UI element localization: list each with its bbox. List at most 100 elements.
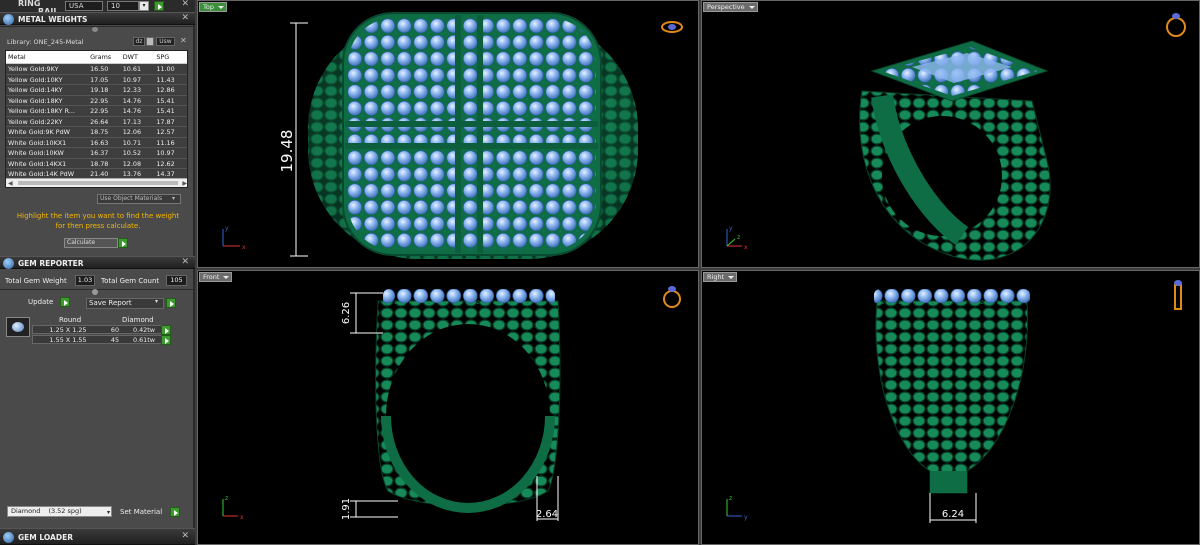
table-cell: Yellow Gold:22KY <box>8 117 63 126</box>
material-name: Diamond <box>11 507 41 515</box>
viewport-top[interactable]: Top 19.48 x y <box>197 0 699 268</box>
viewport-perspective[interactable]: Perspective x y z <box>701 0 1200 268</box>
gem-weight: 0.42tw <box>133 326 155 334</box>
gem-row[interactable]: 1.55 X 1.55 45 0.61tw <box>32 335 162 344</box>
splitter-handle[interactable] <box>92 289 98 295</box>
gem-row[interactable]: 1.25 X 1.25 60 0.42tw <box>32 325 162 334</box>
table-row[interactable]: White Gold:9K PdW 18.75 12.06 12.57 <box>6 127 187 138</box>
save-report-go-button[interactable] <box>166 298 176 308</box>
table-cell: 17.05 <box>90 75 109 84</box>
ring-nav-icon[interactable] <box>1174 280 1182 310</box>
chevron-down-icon[interactable]: ▾ <box>107 508 110 517</box>
gem-row-go-button[interactable] <box>161 335 171 345</box>
save-report-select[interactable]: Save Report <box>86 298 164 309</box>
table-cell: 12.08 <box>122 159 142 168</box>
axis-label-z: z <box>225 495 228 502</box>
table-cell: 17.13 <box>122 117 142 126</box>
table-row[interactable]: White Gold:10KX1 16.63 10.71 11.16 <box>6 137 187 148</box>
close-icon[interactable]: ✕ <box>181 531 189 541</box>
close-icon[interactable]: ✕ <box>181 257 189 267</box>
set-material-go-button[interactable] <box>170 507 180 517</box>
unit-usw-toggle[interactable]: Usw <box>156 37 175 46</box>
table-cell: White Gold:9K PdW <box>8 128 70 136</box>
material-select[interactable]: Diamond (3.52 spg) ▾ <box>7 506 112 517</box>
scroll-left-icon[interactable]: ◀ <box>8 180 13 187</box>
table-row[interactable]: Yellow Gold:9KY 16.50 10.61 11.00 <box>6 64 187 75</box>
table-cell: 18.78 <box>90 159 109 168</box>
table-row[interactable]: Yellow Gold:10KY 17.05 10.97 11.43 <box>6 74 187 85</box>
unit-dz-toggle[interactable]: dz <box>133 37 145 46</box>
gem-count: 60 <box>110 326 120 334</box>
gem-weight: 0.61tw <box>133 336 155 344</box>
axis-label-y: y <box>729 225 733 232</box>
table-cell: White Gold:14KX1 <box>8 159 67 168</box>
viewport-front[interactable]: Front 6.26 1.91 2.64 x z <box>197 270 699 545</box>
splitter-handle[interactable] <box>92 27 98 32</box>
ring-right-view: 6.24 y z <box>726 280 1182 523</box>
table-row[interactable]: Yellow Gold:22KY 26.64 17.13 17.87 <box>6 116 187 127</box>
ring-nav-icon[interactable] <box>663 286 681 308</box>
use-object-materials-select[interactable]: Use Object Materials <box>97 194 181 204</box>
table-row[interactable]: White Gold:14KX1 18.78 12.08 12.62 <box>6 158 187 169</box>
calculate-go-button[interactable] <box>118 238 128 248</box>
table-row[interactable]: Yellow Gold:14KY 19.18 12.33 12.86 <box>6 85 187 96</box>
table-cell: 26.64 <box>90 117 109 126</box>
scrollbar-thumb[interactable] <box>18 181 178 185</box>
size-select[interactable]: 10 <box>107 1 139 11</box>
ring-nav-icon[interactable] <box>1166 13 1186 37</box>
column-header[interactable]: DWT <box>121 51 155 63</box>
metal-weights-header[interactable]: METAL WEIGHTS ✕ <box>0 12 195 25</box>
column-header[interactable]: SPG <box>154 51 187 63</box>
country-field[interactable]: USA <box>65 1 103 11</box>
total-gem-count-label: Total Gem Count <box>101 277 160 285</box>
horizontal-scrollbar[interactable]: ◀ ▶ <box>6 178 187 187</box>
column-header[interactable]: Metal <box>6 51 88 63</box>
gem-loader-title: GEM LOADER <box>18 533 73 542</box>
size-apply-button[interactable] <box>154 1 164 11</box>
gem-reporter-header[interactable]: GEM REPORTER ✕ <box>0 256 195 269</box>
chevron-down-icon[interactable]: ▾ <box>155 298 158 305</box>
ring-body <box>875 300 1029 494</box>
scroll-right-icon[interactable]: ▶ <box>182 180 187 187</box>
update-go-button[interactable] <box>60 297 70 307</box>
library-label: Library: ONE_245-Metal <box>7 38 84 46</box>
close-icon[interactable]: ✕ <box>181 13 189 23</box>
table-cell: Yellow Gold:18KY <box>8 96 63 105</box>
metal-weights-title: METAL WEIGHTS <box>18 15 88 24</box>
dimension-label-bottom: 1.91 <box>341 498 352 520</box>
table-cell: Yellow Gold:9KY <box>8 65 59 73</box>
table-row[interactable]: Yellow Gold:18KY 22.95 14.76 15.41 <box>6 95 187 106</box>
close-icon[interactable]: ✕ <box>180 36 187 45</box>
dimension-label-width: 2.64 <box>536 509 558 520</box>
gem-row-go-button[interactable] <box>161 325 171 335</box>
dimension-label: 19.48 <box>278 130 296 173</box>
table-cell: 14.76 <box>122 96 142 105</box>
axis-label-x: x <box>744 244 748 251</box>
table-cell: 16.37 <box>90 149 109 157</box>
table-cell: 10.52 <box>122 149 142 157</box>
hint-line-2: for then press calculate. <box>55 222 141 230</box>
table-cell: 15.41 <box>156 107 175 115</box>
table-row[interactable]: White Gold:10KW 16.37 10.52 10.97 <box>6 148 187 159</box>
ring-nav-icon[interactable] <box>661 21 683 33</box>
update-button[interactable]: Update <box>28 298 53 306</box>
column-header[interactable]: Grams <box>88 51 121 63</box>
chevron-down-icon[interactable]: ▾ <box>172 195 175 202</box>
z-axis-line <box>726 238 736 247</box>
table-cell: Yellow Gold:18KY R... <box>8 107 75 115</box>
table-cell: 22.95 <box>90 107 109 115</box>
table-cell: White Gold:10KX1 <box>8 138 67 147</box>
set-material-button[interactable]: Set Material <box>120 508 162 516</box>
size-dropdown-icon[interactable]: ▾ <box>139 1 149 11</box>
viewport-right[interactable]: Right 6.24 y z <box>701 270 1200 545</box>
gem-report-table: Round Diamond 1.25 X 1.25 60 0.42tw 1.55… <box>4 315 189 347</box>
gem-size: 1.25 X 1.25 <box>49 326 87 334</box>
table-cell: 11.16 <box>156 138 175 147</box>
calculate-button[interactable]: Calculate <box>64 238 118 248</box>
gem-loader-header[interactable]: GEM LOADER ✕ <box>0 528 195 545</box>
table-cell: 10.97 <box>156 149 175 157</box>
table-cell: 12.57 <box>156 128 175 136</box>
close-icon[interactable]: ✕ <box>181 0 189 9</box>
table-cell: 18.75 <box>90 128 109 136</box>
table-row[interactable]: Yellow Gold:18KY R... 22.95 14.76 15.41 <box>6 106 187 117</box>
